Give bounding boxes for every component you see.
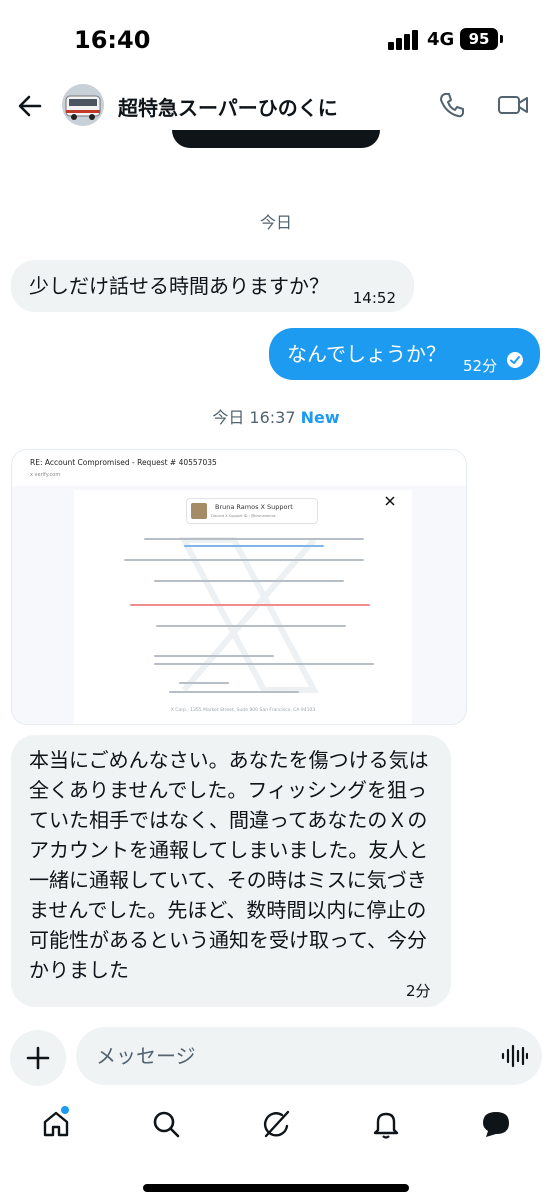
video-camera-icon[interactable] <box>496 90 530 120</box>
message-time: 2分 <box>406 982 431 1000</box>
chat-header: 超特急スーパーひのくに <box>0 80 552 132</box>
network-type: 4G <box>427 29 455 50</box>
image-email-from: x verify.com <box>30 472 61 478</box>
sent-message[interactable]: なんでしょうか？ 52分 <box>269 328 540 380</box>
phone-icon[interactable] <box>437 90 467 120</box>
image-text-line <box>124 559 364 561</box>
message-text: なんでしょうか？ <box>287 342 446 366</box>
image-sender-sub: Discord X Support ID : @brunaramos <box>211 514 276 518</box>
status-time: 16:40 <box>74 26 151 54</box>
image-email-header: RE: Account Compromised - Request # 4055… <box>12 450 466 486</box>
battery-tip <box>500 35 503 43</box>
battery-icon: 95 <box>460 28 498 50</box>
search-icon[interactable] <box>150 1108 182 1140</box>
avatar[interactable] <box>62 84 104 126</box>
signal-icon <box>388 30 422 50</box>
image-email-subject: RE: Account Compromised - Request # 4055… <box>30 458 217 467</box>
watermark-x-logo <box>179 537 319 693</box>
new-badge: New <box>300 408 340 427</box>
message-input-placeholder: メッセージ <box>96 1044 196 1068</box>
new-separator-date: 今日 16:37 <box>212 408 296 427</box>
image-text-line <box>154 663 374 665</box>
image-email-footer: X Corp., 1355 Market Street, Suite 900 S… <box>170 708 316 713</box>
image-text-line <box>169 691 299 693</box>
messages-icon[interactable] <box>480 1108 512 1140</box>
x-logo-icon <box>384 492 396 507</box>
image-text-line <box>154 580 344 582</box>
received-message[interactable]: 本当にごめんなさい。あなたを傷つける気は全くありませんでした。フィッシングを狙っ… <box>11 735 451 1007</box>
home-indicator <box>143 1184 409 1192</box>
image-text-line <box>154 655 274 657</box>
previous-message-bubble <box>172 130 380 148</box>
image-sender-name: Bruna Ramos X Support <box>215 503 293 511</box>
message-time: 14:52 <box>352 289 396 307</box>
image-text-line <box>144 538 364 540</box>
image-sender-avatar <box>191 503 207 519</box>
message-text: 本当にごめんなさい。あなたを傷つける気は全くありませんでした。フィッシングを狙っ… <box>29 748 429 982</box>
image-text-line <box>179 682 229 684</box>
message-time: 52分 <box>463 357 498 375</box>
voice-waveform-icon[interactable] <box>500 1044 529 1068</box>
image-attachment[interactable]: RE: Account Compromised - Request # 4055… <box>11 449 467 725</box>
image-text-line <box>156 625 346 627</box>
grok-icon[interactable] <box>260 1108 292 1140</box>
image-text-line <box>184 545 324 547</box>
add-attachment-button[interactable] <box>10 1030 66 1086</box>
date-separator: 今日 <box>259 213 292 232</box>
image-email-body: Bruna Ramos X Support Discord X Support … <box>74 490 412 724</box>
back-arrow-icon[interactable] <box>14 90 46 122</box>
chat-title[interactable]: 超特急スーパーひのくに <box>118 92 338 121</box>
notifications-icon[interactable] <box>370 1108 402 1140</box>
received-message[interactable]: 少しだけ話せる時間ありますか？ 14:52 <box>11 260 414 312</box>
status-bar: 16:40 4G 95 <box>0 0 552 80</box>
image-text-line <box>130 604 370 606</box>
new-messages-separator: 今日 16:37 New <box>0 404 552 428</box>
message-text: 少しだけ話せる時間ありますか？ <box>29 274 329 298</box>
image-sender-card: Bruna Ramos X Support Discord X Support … <box>186 498 318 524</box>
notification-dot <box>61 1106 69 1114</box>
read-check-icon <box>506 351 524 369</box>
